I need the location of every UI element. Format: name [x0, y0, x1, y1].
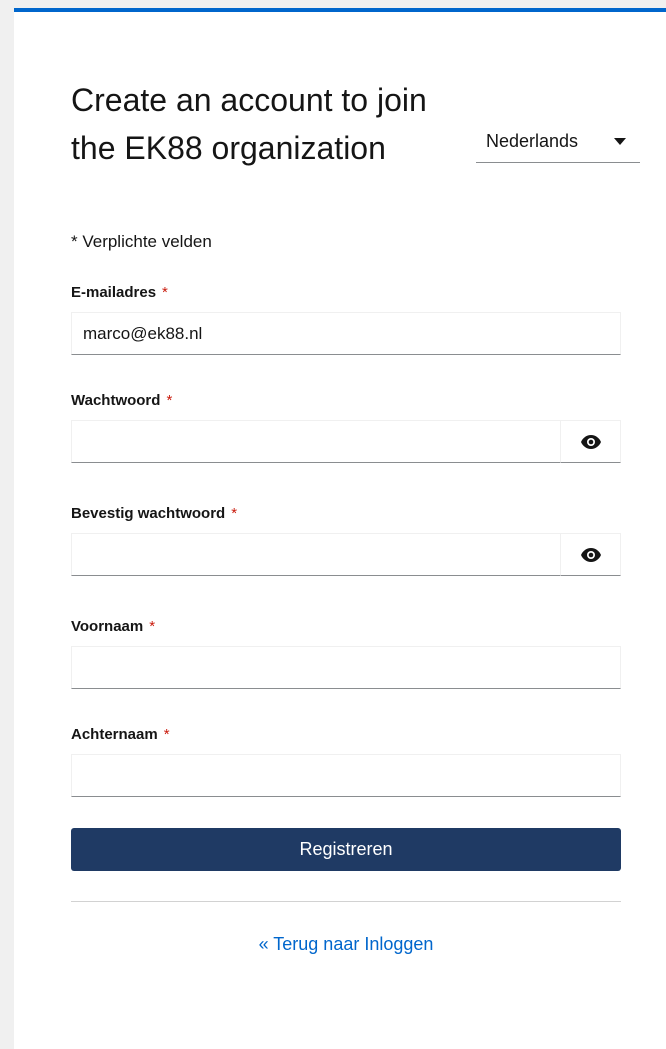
last-name-label: Achternaam *: [71, 726, 170, 743]
first-name-input[interactable]: [71, 646, 621, 689]
email-label: E-mailadres *: [71, 284, 168, 301]
first-name-label-text: Voornaam: [71, 618, 144, 635]
confirm-password-visibility-toggle[interactable]: [560, 533, 621, 576]
language-select[interactable]: Nederlands: [476, 119, 640, 163]
required-fields-note: * Verplichte velden: [71, 232, 212, 251]
password-input[interactable]: [71, 420, 561, 463]
password-label-text: Wachtwoord: [71, 392, 161, 409]
register-button[interactable]: Registreren: [71, 828, 621, 871]
confirm-password-label-text: Bevestig wachtwoord: [71, 505, 226, 522]
language-select-value: Nederlands: [486, 131, 579, 151]
password-visibility-toggle[interactable]: [560, 420, 621, 463]
registration-card: Create an account to join the EK88 organ…: [14, 8, 666, 1049]
confirm-password-input[interactable]: [71, 533, 561, 576]
required-marker: *: [162, 284, 168, 301]
first-name-label: Voornaam *: [71, 618, 155, 635]
eye-icon: [581, 548, 601, 562]
last-name-label-text: Achternaam: [71, 726, 158, 743]
password-label: Wachtwoord *: [71, 392, 172, 409]
email-input[interactable]: marco@ek88.nl: [71, 312, 621, 355]
required-marker: *: [149, 618, 156, 635]
caret-down-icon: [614, 138, 626, 145]
last-name-input[interactable]: [71, 754, 621, 797]
required-marker: *: [231, 505, 238, 522]
confirm-password-label: Bevestig wachtwoord *: [71, 505, 237, 522]
eye-icon: [581, 435, 601, 449]
required-marker: *: [163, 726, 170, 743]
divider: [71, 901, 621, 902]
back-to-login-link[interactable]: « Terug naar Inloggen: [14, 934, 666, 955]
required-marker: *: [166, 392, 173, 409]
page-title: Create an account to join the EK88 organ…: [71, 82, 427, 166]
email-label-text: E-mailadres: [71, 284, 157, 301]
